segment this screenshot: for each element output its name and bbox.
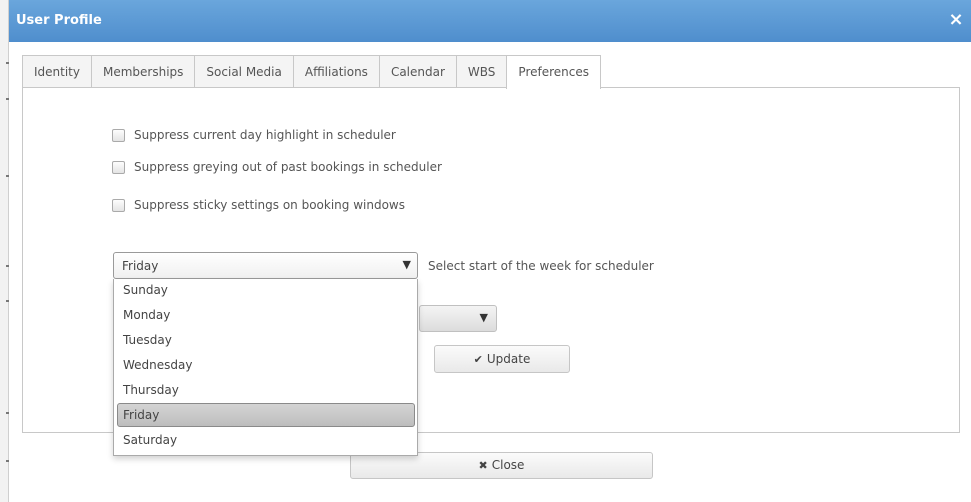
checkbox-label: Suppress current day highlight in schedu… bbox=[134, 128, 396, 142]
close-icon[interactable]: × bbox=[945, 9, 967, 31]
tab-identity[interactable]: Identity bbox=[22, 55, 92, 88]
option-tuesday[interactable]: Tuesday bbox=[117, 329, 415, 353]
tab-bar: Identity Memberships Social Media Affili… bbox=[22, 55, 601, 89]
option-friday[interactable]: Friday bbox=[117, 403, 415, 427]
dialog-titlebar[interactable]: User Profile × bbox=[9, 0, 971, 42]
tab-preferences[interactable]: Preferences bbox=[506, 55, 601, 89]
tab-affiliations[interactable]: Affiliations bbox=[292, 55, 380, 88]
option-wednesday[interactable]: Wednesday bbox=[117, 354, 415, 378]
option-monday[interactable]: Monday bbox=[117, 304, 415, 328]
checkbox-row-current-day: Suppress current day highlight in schedu… bbox=[112, 128, 396, 142]
close-icon: ✖ bbox=[478, 459, 488, 472]
tab-wbs[interactable]: WBS bbox=[455, 55, 508, 88]
checkbox-label: Suppress sticky settings on booking wind… bbox=[134, 198, 405, 212]
checkbox-suppress-sticky[interactable] bbox=[112, 198, 125, 212]
partially-hidden-select[interactable]: ▼ bbox=[419, 305, 497, 332]
close-button-label: Close bbox=[491, 458, 525, 472]
dialog-title: User Profile bbox=[16, 13, 102, 28]
week-start-value: Friday bbox=[122, 259, 159, 273]
update-button-label: Update bbox=[486, 352, 531, 366]
option-saturday[interactable]: Saturday bbox=[117, 429, 415, 453]
checkbox-suppress-current-day[interactable] bbox=[112, 128, 125, 142]
week-start-dropdown-list: Sunday Monday Tuesday Wednesday Thursday… bbox=[113, 279, 418, 456]
checkbox-row-sticky: Suppress sticky settings on booking wind… bbox=[112, 198, 405, 212]
option-sunday[interactable]: Sunday bbox=[117, 279, 415, 303]
update-button[interactable]: ✔ Update bbox=[434, 345, 570, 373]
checkbox-label: Suppress greying out of past bookings in… bbox=[134, 160, 442, 174]
background-window-edge bbox=[0, 0, 9, 502]
chevron-down-icon: ▼ bbox=[479, 311, 488, 324]
user-profile-dialog: User Profile × Identity Memberships Soci… bbox=[9, 0, 971, 502]
tab-calendar[interactable]: Calendar bbox=[378, 55, 457, 88]
option-thursday[interactable]: Thursday bbox=[117, 379, 415, 403]
chevron-down-icon: ▼ bbox=[402, 258, 411, 271]
week-start-select[interactable]: Friday ▼ bbox=[113, 252, 418, 279]
checkbox-row-greying: Suppress greying out of past bookings in… bbox=[112, 160, 442, 174]
check-icon: ✔ bbox=[473, 353, 483, 366]
tab-social-media[interactable]: Social Media bbox=[194, 55, 294, 88]
week-start-description: Select start of the week for scheduler bbox=[428, 259, 654, 273]
close-button[interactable]: ✖ Close bbox=[350, 452, 653, 479]
checkbox-suppress-greying[interactable] bbox=[112, 160, 125, 174]
tab-memberships[interactable]: Memberships bbox=[91, 55, 196, 88]
